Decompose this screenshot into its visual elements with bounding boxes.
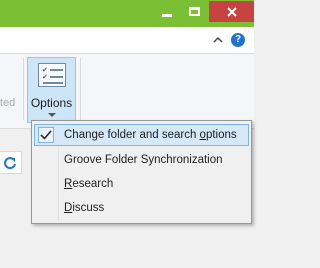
close-icon [226, 6, 237, 17]
folder-options-icon: ✔ ✔ [38, 63, 66, 87]
address-bar-edge [0, 151, 22, 174]
options-dropdown-menu: Change folder and search options Groove … [31, 120, 252, 224]
ribbon-separator [23, 58, 24, 120]
chevron-up-icon[interactable] [212, 34, 224, 46]
refresh-icon[interactable] [3, 156, 17, 170]
menu-item-label: Change folder and search options [64, 129, 237, 141]
dropdown-arrow-icon [48, 113, 56, 117]
ribbon-separator [80, 58, 81, 120]
options-label: Options [30, 96, 73, 110]
menu-item-label: Groove Folder Synchronization [64, 154, 223, 166]
ribbon-tab-strip: ? [0, 27, 254, 53]
menu-item-label: Discuss [64, 202, 105, 214]
help-icon[interactable]: ? [231, 33, 245, 47]
menu-item-discuss[interactable]: Discuss [34, 197, 249, 219]
menu-item-label: Research [64, 178, 114, 190]
menu-item-change-folder-options[interactable]: Change folder and search options [34, 124, 249, 146]
checkmark-icon [38, 127, 54, 143]
menu-item-research[interactable]: Research [34, 173, 249, 195]
minimize-button[interactable] [153, 1, 180, 22]
title-bar [0, 0, 254, 27]
options-button[interactable]: ✔ ✔ Options [27, 57, 76, 123]
close-button[interactable] [209, 1, 254, 22]
maximize-button[interactable] [181, 1, 208, 22]
ribbon-partial-label: ted [0, 97, 16, 109]
menu-item-groove-sync[interactable]: Groove Folder Synchronization [34, 149, 249, 171]
minimize-icon [161, 13, 172, 17]
maximize-icon [189, 7, 200, 16]
